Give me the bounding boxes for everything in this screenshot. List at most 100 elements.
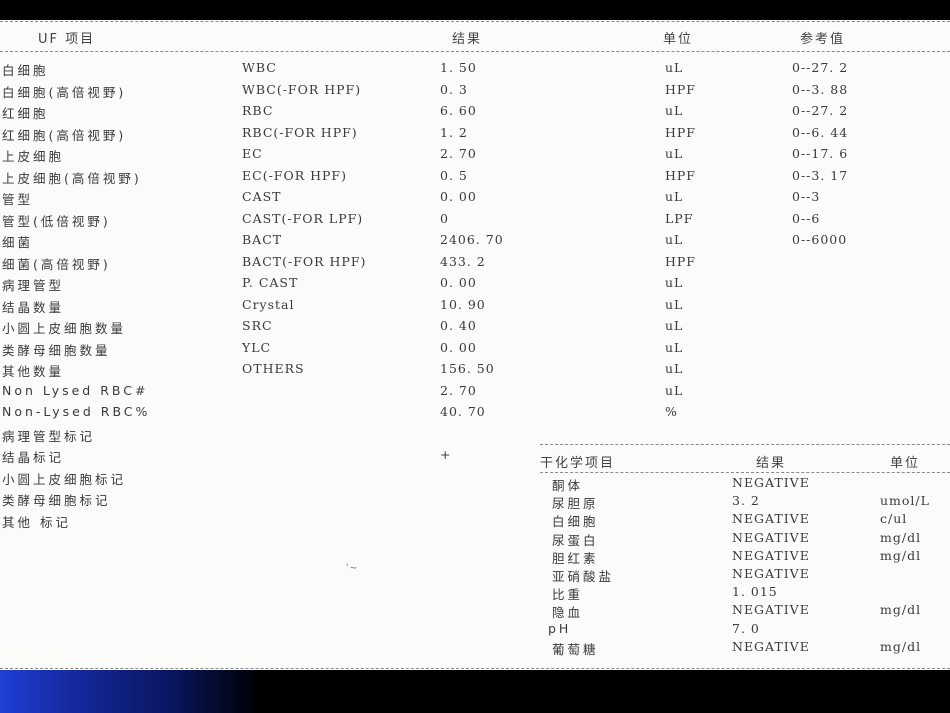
uf-item-unit: uL bbox=[665, 232, 684, 247]
uf-item-result: 0. 40 bbox=[440, 318, 477, 333]
uf-item-name: 类酵母细胞标记 bbox=[2, 493, 111, 508]
uf-item-unit: uL bbox=[665, 103, 684, 118]
uf-item-code: SRC bbox=[242, 318, 273, 333]
uf-item-name: 结晶标记 bbox=[2, 450, 65, 465]
chem-item-name: 尿蛋白 bbox=[552, 532, 599, 548]
uf-item-code: BACT(-FOR HPF) bbox=[242, 253, 367, 269]
chem-item-unit: mg/dl bbox=[880, 547, 922, 563]
uf-item-name: 管型 bbox=[2, 192, 34, 207]
chem-top-rule bbox=[540, 444, 950, 445]
uf-item-unit: uL bbox=[665, 361, 684, 376]
chem-item-name: 胆红素 bbox=[552, 550, 599, 566]
uf-item-result: + bbox=[440, 447, 452, 462]
uf-header-result: 结果 bbox=[452, 32, 483, 47]
chem-header-rule bbox=[540, 472, 950, 473]
uf-item-name: 红细胞 bbox=[2, 106, 49, 121]
bottom-gradient-bar bbox=[0, 670, 950, 713]
uf-item-result: 433. 2 bbox=[440, 253, 486, 269]
uf-item-name: 结晶数量 bbox=[2, 299, 65, 315]
uf-item-unit: uL bbox=[665, 382, 684, 398]
chem-item-unit: mg/dl bbox=[880, 602, 922, 618]
uf-item-unit: HPF bbox=[665, 124, 696, 140]
uf-item-code: RBC bbox=[242, 103, 274, 118]
uf-item-name: 红细胞(高倍视野) bbox=[2, 127, 127, 143]
uf-item-code: RBC(-FOR HPF) bbox=[242, 124, 358, 140]
uf-item-unit: uL bbox=[665, 146, 684, 161]
chem-header-result: 结果 bbox=[756, 456, 787, 471]
uf-item-unit: uL bbox=[665, 318, 684, 333]
chem-item-result: NEGATIVE bbox=[732, 529, 810, 545]
chem-item-result: NEGATIVE bbox=[732, 475, 810, 490]
uf-item-name: 白细胞 bbox=[2, 63, 49, 78]
lab-report-scan: UF 项目 结果 单位 参考值 白细胞 WBC 1. 50 uL 0--27. 2 白细胞… bbox=[0, 20, 950, 670]
uf-item-result: 0. 3 bbox=[440, 81, 468, 97]
uf-item-name: Non-Lysed RBC% bbox=[2, 404, 151, 419]
uf-item-unit: LPF bbox=[665, 210, 694, 226]
uf-item-reference: 0--3. 88 bbox=[792, 81, 849, 97]
chem-item-name: pH bbox=[548, 620, 572, 636]
table-bottom-rule bbox=[0, 668, 950, 669]
chem-item-result: NEGATIVE bbox=[732, 602, 810, 618]
uf-item-unit: % bbox=[665, 404, 678, 419]
uf-item-name: Non Lysed RBC# bbox=[2, 382, 149, 398]
uf-header-reference: 参考值 bbox=[800, 32, 846, 47]
uf-header-unit: 单位 bbox=[663, 32, 694, 47]
uf-item-name: 小圆上皮细胞数量 bbox=[2, 321, 127, 336]
uf-item-unit: HPF bbox=[665, 253, 696, 269]
uf-item-code: BACT bbox=[242, 232, 283, 247]
chem-item-unit: umol/L bbox=[880, 493, 930, 509]
uf-item-result: 1. 50 bbox=[440, 60, 477, 75]
chem-item-result: 3. 2 bbox=[732, 493, 760, 509]
uf-item-reference: 0--3 bbox=[792, 189, 821, 204]
uf-item-name: 病理管型 bbox=[2, 278, 65, 293]
chem-header-item: 干化学项目 bbox=[540, 456, 616, 471]
uf-item-name: 细菌 bbox=[2, 235, 34, 250]
uf-item-result: 10. 90 bbox=[440, 296, 486, 312]
chem-item-name: 酮体 bbox=[552, 478, 584, 493]
uf-item-name: 小圆上皮细胞标记 bbox=[2, 471, 127, 487]
uf-item-unit: uL bbox=[665, 339, 684, 355]
uf-item-reference: 0--3. 17 bbox=[792, 167, 849, 183]
uf-item-unit: HPF bbox=[665, 167, 696, 183]
uf-item-result: 0. 00 bbox=[440, 339, 477, 355]
chem-item-result: 1. 015 bbox=[732, 584, 778, 600]
uf-item-code: Crystal bbox=[242, 296, 295, 312]
chem-item-result: NEGATIVE bbox=[732, 566, 810, 581]
uf-header-rule bbox=[0, 51, 950, 52]
scan-artifact: ʿ~ bbox=[346, 563, 358, 574]
uf-item-result: 156. 50 bbox=[440, 361, 495, 376]
table-top-rule bbox=[0, 21, 950, 22]
uf-item-result: 2406. 70 bbox=[440, 232, 504, 247]
uf-item-unit: uL bbox=[665, 60, 684, 75]
uf-item-name: 类酵母细胞数量 bbox=[2, 342, 111, 358]
uf-item-name: 管型(低倍视野) bbox=[2, 213, 111, 229]
uf-item-result: 0. 00 bbox=[440, 189, 477, 204]
uf-item-code: WBC bbox=[242, 60, 277, 75]
uf-item-result: 0. 5 bbox=[440, 167, 468, 183]
uf-item-reference: 0--6 bbox=[792, 210, 821, 226]
chem-header-unit: 单位 bbox=[890, 456, 921, 471]
uf-item-code: CAST bbox=[242, 189, 282, 204]
chem-item-result: NEGATIVE bbox=[732, 638, 810, 654]
uf-item-name: 病理管型标记 bbox=[2, 428, 96, 444]
uf-item-reference: 0--27. 2 bbox=[792, 103, 849, 118]
uf-item-code: EC bbox=[242, 146, 263, 161]
uf-item-unit: uL bbox=[665, 275, 684, 290]
uf-item-code: WBC(-FOR HPF) bbox=[242, 81, 362, 97]
chem-item-name: 隐血 bbox=[552, 605, 584, 621]
chem-item-unit: mg/dl bbox=[880, 529, 922, 545]
uf-item-code: OTHERS bbox=[242, 361, 305, 376]
uf-item-name: 上皮细胞 bbox=[2, 149, 65, 164]
uf-item-code: EC(-FOR HPF) bbox=[242, 167, 347, 183]
uf-item-unit: uL bbox=[665, 296, 684, 312]
chem-item-result: NEGATIVE bbox=[732, 547, 810, 563]
uf-item-result: 6. 60 bbox=[440, 103, 477, 118]
uf-item-code: CAST(-FOR LPF) bbox=[242, 210, 364, 226]
uf-item-name: 其他数量 bbox=[2, 364, 65, 379]
chem-item-result: 7. 0 bbox=[732, 620, 760, 636]
uf-item-name: 上皮细胞(高倍视野) bbox=[2, 170, 142, 186]
uf-item-reference: 0--6000 bbox=[792, 232, 848, 247]
chem-item-unit: c/ul bbox=[880, 511, 908, 527]
uf-item-code: YLC bbox=[242, 339, 272, 355]
chem-item-name: 比重 bbox=[552, 587, 584, 603]
